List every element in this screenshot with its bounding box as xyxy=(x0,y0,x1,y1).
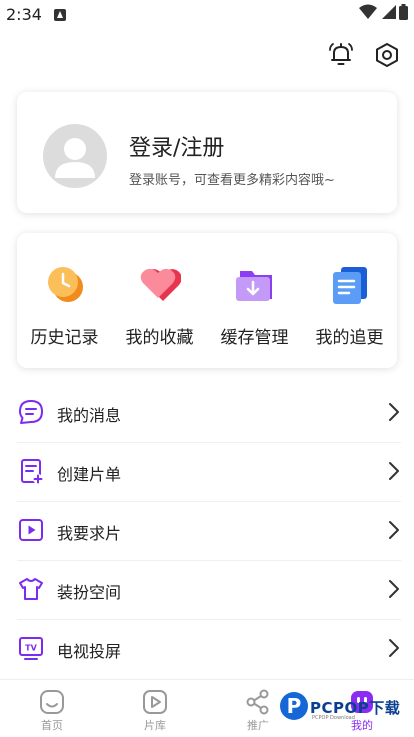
wifi-icon xyxy=(359,4,377,19)
menu-item-label: 装扮空间 xyxy=(57,583,122,602)
chevron-right-icon xyxy=(389,403,399,421)
video-library-icon xyxy=(143,690,167,714)
tab-label: 首页 xyxy=(41,719,63,732)
tab-library[interactable]: 片库 xyxy=(103,680,207,737)
share-icon xyxy=(246,689,269,715)
login-subtitle: 登录账号，可查看更多精彩内容哦~ xyxy=(129,173,335,188)
menu-item-create-list[interactable]: 创建片单 xyxy=(17,443,401,502)
menu-item-request[interactable]: 我要求片 xyxy=(17,502,401,561)
menu-list: 我的消息 创建片单 我要求片 装扮空间 TV 电视投屏 xyxy=(17,384,401,679)
home-icon xyxy=(40,690,64,714)
watermark-logo: P PCPOP下载 PCPOP Download xyxy=(280,690,410,726)
chevron-right-icon xyxy=(389,580,399,598)
quick-action-cache[interactable]: 缓存管理 xyxy=(207,233,302,368)
quick-action-label: 我的收藏 xyxy=(125,328,194,348)
battery-icon xyxy=(399,4,408,20)
menu-item-tv-cast[interactable]: TV 电视投屏 xyxy=(17,620,401,679)
menu-item-label: 创建片单 xyxy=(57,465,122,484)
profile-card[interactable]: 登录/注册 登录账号，可查看更多精彩内容哦~ xyxy=(17,92,397,213)
menu-item-label: 我的消息 xyxy=(57,406,122,425)
quick-actions-card: 历史记录 我的收藏 缓存管理 我的追更 xyxy=(17,233,397,368)
tab-home[interactable]: 首页 xyxy=(0,680,104,737)
quick-action-history[interactable]: 历史记录 xyxy=(17,233,112,368)
create-list-icon xyxy=(21,459,43,484)
tshirt-icon xyxy=(19,578,43,600)
heart-icon xyxy=(140,268,181,301)
svg-text:TV: TV xyxy=(25,644,37,653)
tab-label: 片库 xyxy=(144,719,166,732)
document-list-icon xyxy=(333,267,367,304)
notification-app-icon xyxy=(54,9,66,21)
chevron-right-icon xyxy=(389,521,399,539)
watermark-small-text: PCPOP Download xyxy=(312,715,355,721)
menu-item-messages[interactable]: 我的消息 xyxy=(17,384,401,443)
menu-item-label: 我要求片 xyxy=(57,524,122,543)
status-time: 2:34 xyxy=(6,5,42,24)
watermark-badge: P xyxy=(280,692,308,720)
menu-item-label: 电视投屏 xyxy=(57,642,122,661)
quick-action-favorites[interactable]: 我的收藏 xyxy=(112,233,207,368)
download-folder-icon xyxy=(236,271,272,301)
chevron-right-icon xyxy=(389,639,399,657)
quick-action-follow[interactable]: 我的追更 xyxy=(302,233,397,368)
bell-icon xyxy=(329,43,353,65)
tv-cast-icon: TV xyxy=(19,637,43,660)
chevron-right-icon xyxy=(389,462,399,480)
login-register-title[interactable]: 登录/注册 xyxy=(129,130,224,162)
quick-action-label: 我的追更 xyxy=(315,328,384,348)
history-clock-icon xyxy=(48,267,83,302)
settings-button[interactable] xyxy=(372,40,402,70)
quick-action-label: 历史记录 xyxy=(30,328,99,348)
status-icons xyxy=(359,4,408,20)
settings-hexagon-icon xyxy=(376,43,398,67)
menu-item-dress-up[interactable]: 装扮空间 xyxy=(17,561,401,620)
notification-button[interactable] xyxy=(326,40,356,70)
signal-icon xyxy=(382,5,396,19)
user-placeholder-icon xyxy=(55,138,95,178)
status-bar: 2:34 xyxy=(0,0,414,28)
avatar[interactable] xyxy=(43,124,107,188)
message-icon xyxy=(19,400,43,424)
play-request-icon xyxy=(19,519,43,541)
top-actions xyxy=(326,40,402,70)
quick-action-label: 缓存管理 xyxy=(220,328,289,348)
